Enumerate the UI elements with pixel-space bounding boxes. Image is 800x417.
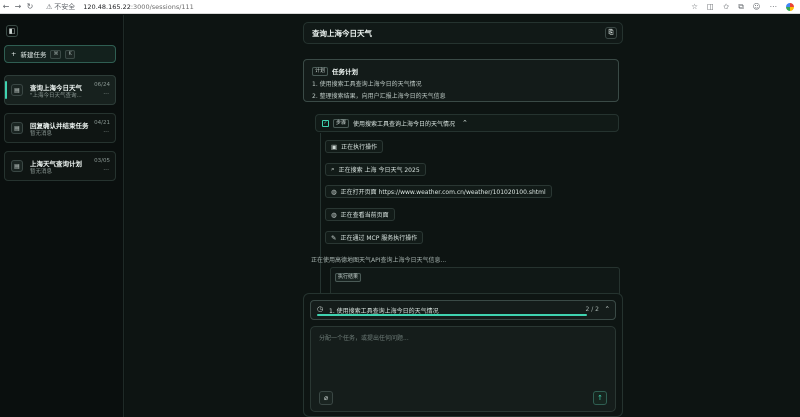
action-label: 正在查看当前页面: [340, 212, 389, 219]
action-search[interactable]: ⌕ 正在搜索 上海 今日天气 2025: [325, 163, 426, 176]
globe-icon: ◍: [331, 210, 337, 219]
sidebar: ◧ + 新建任务 ⌘ K ▤ 查询上海今日天气 "上海今日天气查询... 06/…: [0, 15, 124, 417]
chevron-up-icon[interactable]: ⌃: [605, 305, 610, 313]
action-label: 正在搜索 上海 今日天气 2025: [338, 167, 420, 174]
action-execute[interactable]: ▣ 正在执行操作: [325, 140, 384, 153]
chat-icon: ▤: [11, 122, 23, 134]
panel-icon: ◧: [8, 27, 16, 35]
copilot-icon[interactable]: [786, 3, 794, 11]
task-plan-card: 计划 任务计划 1. 使用搜索工具查询上海今日的天气情况 2. 整理搜索结果，向…: [303, 59, 619, 102]
plan-heading: 任务计划: [332, 68, 359, 76]
progress-fill: [317, 314, 587, 316]
plan-tag: 计划: [312, 66, 329, 76]
paperclip-icon: ⌀: [323, 394, 329, 402]
warning-icon: ⚠: [46, 2, 53, 11]
page-title: 查询上海今日天气: [312, 28, 372, 38]
step-timeline-line: [320, 133, 321, 295]
url-host: 120.48.165.22: [83, 2, 131, 11]
search-icon: ⌕: [331, 165, 335, 173]
action-mcp[interactable]: ✎ 正在通过 MCP 服务执行操作: [325, 231, 424, 244]
step-label: 使用搜索工具查询上海今日的天气情况: [353, 120, 456, 128]
sidebar-toggle-button[interactable]: ◧: [6, 25, 18, 37]
shortcut-key-k: K: [65, 49, 75, 59]
plan-item: 1. 使用搜索工具查询上海今日的天气情况: [312, 81, 422, 88]
step-tag: 步骤: [333, 118, 350, 128]
session-date: 03/05: [94, 158, 110, 164]
session-item-confirm-end[interactable]: ▤ 回复确认并结束任务 暂无消息 04/21 ...: [4, 113, 116, 143]
new-task-button[interactable]: + 新建任务 ⌘ K: [4, 45, 116, 63]
browser-toolbar: ← → ↻ ⚠ 不安全 120.48.165.22:3000/sessions/…: [0, 0, 800, 14]
action-label: 正在通过 MCP 服务执行操作: [340, 235, 418, 242]
arrow-up-icon: ↑: [597, 394, 603, 402]
main-panel: 查询上海今日天气 ⎘ 计划 任务计划 1. 使用搜索工具查询上海今日的天气情况 …: [125, 15, 800, 417]
progress-track: [317, 314, 587, 316]
share-button[interactable]: ⎘: [605, 27, 617, 39]
action-view-page[interactable]: ◍ 正在查看当前页面: [325, 208, 395, 221]
star-icon[interactable]: ☆: [691, 0, 698, 14]
session-subtitle: 暂无消息: [30, 131, 53, 137]
action-label: 正在打开页面 https://www.weather.com.cn/weathe…: [340, 189, 546, 196]
session-more-button[interactable]: ...: [103, 165, 109, 172]
plus-icon: +: [11, 50, 17, 58]
session-date: 06/24: [94, 82, 110, 88]
action-open-page[interactable]: ◍ 正在打开页面 https://www.weather.com.cn/weat…: [325, 185, 552, 198]
split-icon[interactable]: ◫: [707, 0, 714, 14]
task-input[interactable]: [311, 327, 615, 387]
new-task-label: 新建任务: [20, 51, 47, 59]
profile-icon[interactable]: ☺: [753, 0, 761, 14]
session-subtitle: "上海今日天气查询...: [30, 93, 82, 99]
session-more-button[interactable]: ...: [103, 89, 109, 96]
session-date: 04/21: [94, 120, 110, 126]
chevron-up-icon[interactable]: ⌃: [462, 119, 468, 127]
status-text: 正在使用高德地图天气API查询上海今日天气信息...: [311, 257, 447, 264]
terminal-icon: ▣: [331, 142, 338, 151]
chat-icon: ▤: [11, 160, 23, 172]
progress-card[interactable]: ◷ 1. 使用搜索工具查询上海今日的天气情况 2 / 2 ⌃: [310, 300, 616, 320]
reload-icon[interactable]: ↻: [24, 0, 36, 14]
session-subtitle: 暂无消息: [30, 169, 53, 175]
clock-icon: ◷: [317, 305, 324, 313]
plan-header: 计划 任务计划: [312, 66, 610, 76]
shortcut-key-cmd: ⌘: [50, 49, 62, 59]
security-indicator[interactable]: ⚠ 不安全: [46, 2, 75, 12]
attach-button[interactable]: ⌀: [319, 391, 333, 405]
progress-count: 2 / 2: [585, 306, 599, 313]
action-label: 正在执行操作: [341, 144, 378, 151]
wrench-icon: ✎: [331, 233, 337, 242]
send-button[interactable]: ↑: [593, 391, 607, 405]
favorites-icon[interactable]: ✩: [723, 0, 729, 14]
address-bar[interactable]: 120.48.165.22:3000/sessions/111: [83, 3, 194, 11]
document-icon: ⎘: [608, 29, 614, 36]
task-input-box: ⌀ ↑: [310, 326, 616, 412]
globe-icon: ◍: [331, 187, 337, 196]
session-item-weather-plan[interactable]: ▤ 上海天气查询计划 暂无消息 03/05 ...: [4, 151, 116, 181]
back-icon[interactable]: ←: [0, 0, 12, 14]
collections-icon[interactable]: ⧉: [738, 0, 743, 14]
result-tag: 执行结果: [335, 273, 362, 282]
chat-icon: ▤: [11, 84, 23, 96]
security-label: 不安全: [54, 2, 76, 11]
browser-actions: ☆ ◫ ✩ ⧉ ☺ ⋯: [691, 0, 794, 14]
step-card[interactable]: ✓ 步骤 使用搜索工具查询上海今日的天气情况 ⌃: [315, 114, 619, 132]
plan-item: 2. 整理搜索结果，向用户汇报上海今日的天气信息: [312, 93, 446, 100]
composer: ◷ 1. 使用搜索工具查询上海今日的天气情况 2 / 2 ⌃ ⌀ ↑: [303, 293, 623, 417]
menu-icon[interactable]: ⋯: [770, 0, 778, 14]
check-icon: ✓: [322, 119, 329, 127]
url-path: :3000/sessions/111: [130, 2, 194, 11]
session-more-button[interactable]: ...: [103, 127, 109, 134]
forward-icon[interactable]: →: [12, 0, 24, 14]
session-title-bar: 查询上海今日天气 ⎘: [303, 22, 623, 44]
session-item-weather-today[interactable]: ▤ 查询上海今日天气 "上海今日天气查询... 06/24 ...: [4, 75, 116, 105]
